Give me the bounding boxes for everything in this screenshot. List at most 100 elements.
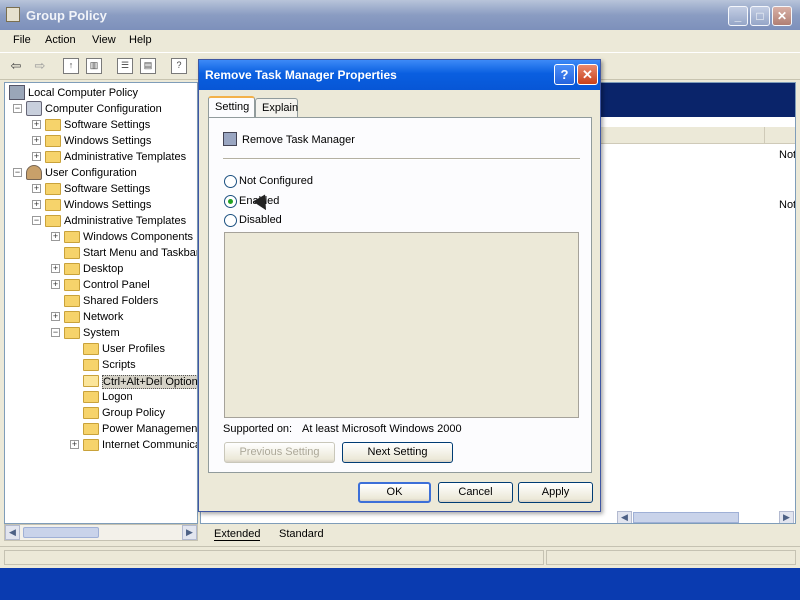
tree-item[interactable]: − System [5, 325, 197, 341]
scroll-thumb[interactable] [633, 512, 739, 523]
details-horizontal-scrollbar[interactable]: ◀ ▶ [617, 511, 795, 523]
tree-item-label: User Profiles [102, 343, 165, 355]
tree-item[interactable]: + Network [5, 309, 197, 325]
help-icon[interactable]: ? [554, 64, 575, 85]
console-tree[interactable]: Local Computer Policy − Computer Configura… [4, 82, 198, 524]
up-level-icon[interactable]: ↑ [63, 58, 79, 74]
tree-item[interactable]: + Administrative Templates [5, 149, 197, 165]
tree-item[interactable]: Start Menu and Taskbar [5, 245, 198, 261]
expand-icon[interactable]: + [32, 136, 41, 145]
tab-setting-label: Setting [215, 101, 250, 113]
apply-button[interactable]: Apply [518, 482, 593, 503]
scroll-thumb[interactable] [23, 527, 99, 538]
tree-item[interactable]: − User Configuration [5, 165, 197, 181]
policy-name: Remove Task Manager [242, 134, 355, 146]
export-list-icon[interactable]: ▤ [140, 58, 156, 74]
tree-item[interactable]: + Desktop [5, 261, 197, 277]
tree-item[interactable]: User Profiles [5, 341, 197, 357]
maximize-icon[interactable]: □ [750, 6, 770, 26]
expand-icon[interactable]: + [32, 200, 41, 209]
close-icon[interactable]: ✕ [772, 6, 792, 26]
tree-item-label: Group Policy [102, 407, 165, 419]
tree-item[interactable]: Local Computer Policy [5, 85, 197, 101]
close-icon[interactable]: ✕ [577, 64, 598, 85]
tree-item[interactable]: Logon [5, 389, 197, 405]
status-panel [546, 550, 796, 565]
tree-item[interactable]: Power Management [5, 421, 197, 437]
menu-action[interactable]: Action [45, 34, 76, 46]
expand-icon[interactable]: + [51, 312, 60, 321]
folder-icon [45, 135, 61, 147]
folder-icon [45, 119, 61, 131]
tree-item-label: Network [83, 311, 124, 323]
help-icon[interactable]: ? [171, 58, 187, 74]
forward-arrow-icon[interactable]: ⇨ [32, 58, 48, 74]
menu-file[interactable]: File [13, 34, 31, 46]
tree-item[interactable]: + Internet Communication [5, 437, 197, 453]
folder-icon [45, 183, 61, 195]
expand-icon[interactable]: + [70, 440, 79, 449]
tree-item[interactable]: + Control Panel [5, 277, 197, 293]
tree-item[interactable]: + Software Settings [5, 117, 197, 133]
radio-enabled[interactable] [224, 195, 237, 208]
tree-item[interactable]: + Windows Settings [5, 133, 197, 149]
radio-not-configured[interactable] [224, 175, 237, 188]
menu-view[interactable]: View [92, 34, 116, 46]
properties-icon[interactable]: ☰ [117, 58, 133, 74]
cancel-button[interactable]: Cancel [438, 482, 513, 503]
back-arrow-icon[interactable]: ⇦ [8, 58, 24, 74]
state-cell: Not [779, 199, 796, 211]
tree-item[interactable]: Ctrl+Alt+Del Options [5, 373, 197, 389]
tree-item-label: Control Panel [83, 279, 150, 291]
tab-standard[interactable]: Standard [279, 528, 324, 540]
tree-item[interactable]: Group Policy [5, 405, 197, 421]
folder-icon [83, 343, 99, 355]
tab-explain[interactable]: Explain [255, 98, 298, 117]
main-title-bar[interactable]: Group Policy _ □ ✕ [0, 0, 800, 30]
tree-item[interactable]: + Software Settings [5, 181, 197, 197]
user-icon [26, 165, 42, 180]
collapse-icon[interactable]: − [13, 104, 22, 113]
tree-item[interactable]: + Windows Settings [5, 197, 197, 213]
expand-icon[interactable]: + [32, 120, 41, 129]
previous-setting-button[interactable]: Previous Setting [224, 442, 335, 463]
tree-item-label: Windows Settings [64, 135, 152, 147]
expand-icon[interactable]: + [32, 184, 41, 193]
scroll-right-icon[interactable]: ▶ [779, 511, 794, 523]
dialog-title-bar[interactable]: Remove Task Manager Properties ? ✕ [199, 60, 600, 90]
radio-disabled[interactable] [224, 214, 237, 227]
tree-item-label: Start Menu and Taskbar [83, 247, 198, 259]
folder-icon [64, 295, 80, 307]
tree-item[interactable]: + Windows Components [5, 229, 197, 245]
folder-icon [83, 407, 99, 419]
menu-help[interactable]: Help [129, 34, 152, 46]
expand-icon[interactable]: + [51, 280, 60, 289]
main-window-title: Group Policy [26, 8, 107, 23]
tab-extended[interactable]: Extended [214, 528, 261, 541]
minimize-icon[interactable]: _ [728, 6, 748, 26]
tree-item[interactable]: − Administrative Templates [5, 213, 197, 229]
tree-item[interactable]: Shared Folders [5, 293, 197, 309]
collapse-icon[interactable]: − [51, 328, 60, 337]
setting-panel: Remove Task Manager Not Configured Enabl… [208, 117, 592, 473]
tab-setting[interactable]: Setting [208, 96, 255, 117]
column-divider[interactable] [764, 127, 765, 143]
radio-not-configured-label: Not Configured [239, 175, 313, 187]
ok-button[interactable]: OK [358, 482, 431, 503]
scroll-left-icon[interactable]: ◀ [5, 525, 20, 540]
next-setting-button[interactable]: Next Setting [342, 442, 453, 463]
policy-icon [223, 132, 237, 146]
scroll-right-icon[interactable]: ▶ [182, 525, 197, 540]
tree-item-label: Administrative Templates [64, 215, 187, 227]
collapse-icon[interactable]: − [13, 168, 22, 177]
tree-item[interactable]: Scripts [5, 357, 197, 373]
expand-icon[interactable]: + [51, 264, 60, 273]
scroll-left-icon[interactable]: ◀ [617, 511, 632, 523]
tree-horizontal-scrollbar[interactable]: ◀ ▶ [4, 524, 198, 541]
tree-item[interactable]: − Computer Configuration [5, 101, 197, 117]
expand-icon[interactable]: + [51, 232, 60, 241]
collapse-icon[interactable]: − [32, 216, 41, 225]
options-area [224, 232, 579, 418]
show-hide-tree-icon[interactable]: ▥ [86, 58, 102, 74]
expand-icon[interactable]: + [32, 152, 41, 161]
